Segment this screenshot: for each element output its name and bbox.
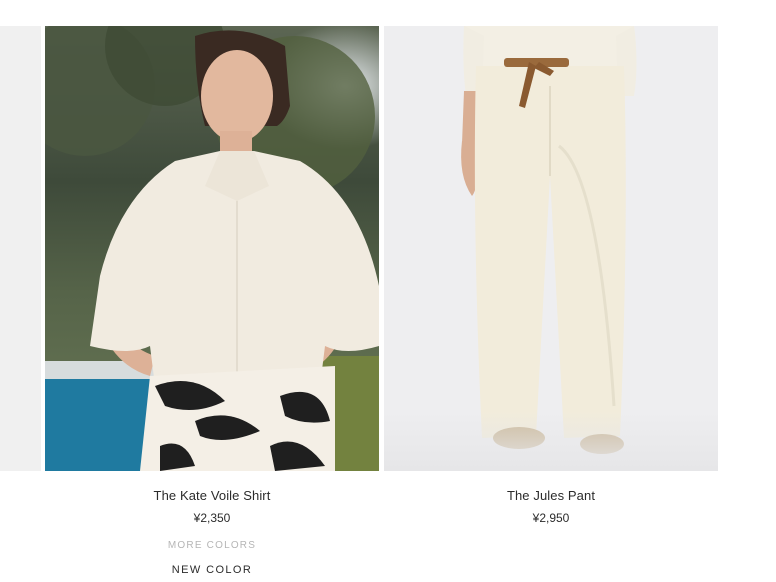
studio-floor xyxy=(384,411,718,471)
previous-product-image-edge[interactable] xyxy=(0,26,41,471)
product-card-jules-pant: The Jules Pant ¥2,950 xyxy=(384,26,718,525)
model-photo-illustration xyxy=(45,26,379,471)
model-photo-illustration xyxy=(461,26,637,454)
product-name[interactable]: The Jules Pant xyxy=(384,488,718,503)
product-price: ¥2,350 xyxy=(193,511,231,525)
product-image[interactable] xyxy=(45,26,379,471)
product-name[interactable]: The Kate Voile Shirt xyxy=(45,488,379,503)
new-color-badge: NEW COLOR xyxy=(171,564,253,576)
product-price: ¥2,950 xyxy=(532,511,570,525)
more-colors-link[interactable]: MORE COLORS xyxy=(45,540,379,551)
product-image[interactable] xyxy=(384,26,718,471)
product-card-kate-voile-shirt: The Kate Voile Shirt ¥2,350 MORE COLORS … xyxy=(45,26,379,576)
product-grid: The Kate Voile Shirt ¥2,350 MORE COLORS … xyxy=(0,0,776,582)
